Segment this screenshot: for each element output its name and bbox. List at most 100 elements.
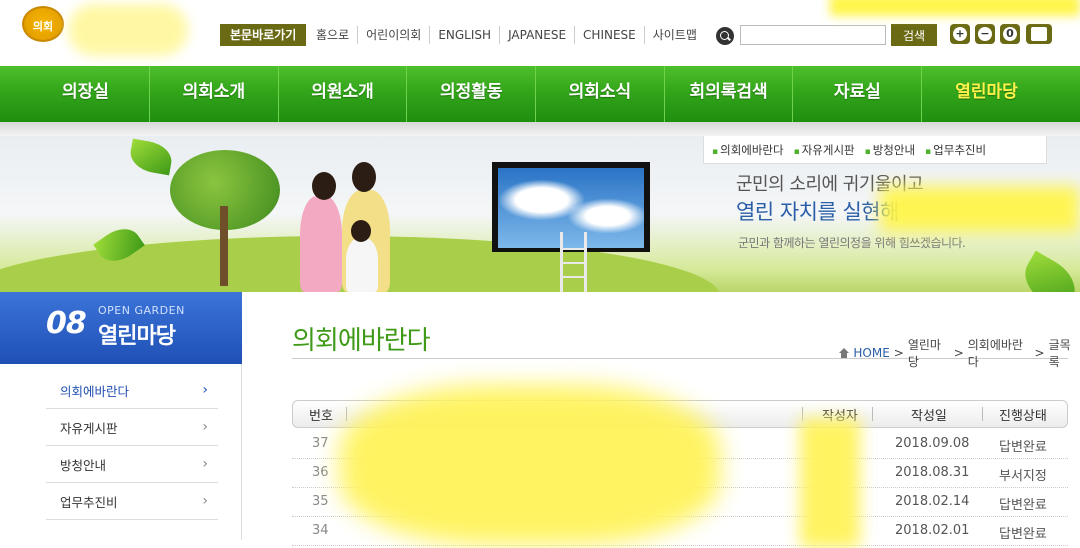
sidebar-item-label: 의회에바란다 <box>60 383 130 399</box>
util-link-japanese[interactable]: JAPANESE <box>499 26 574 44</box>
banner-person-woman <box>300 196 342 292</box>
ladder-rung <box>560 248 587 250</box>
breadcrumb: HOME > 열린마당 > 의회에바란다 > 글목록 <box>838 336 1080 370</box>
row-number: 34 <box>312 523 329 538</box>
sidebar-item-label: 업무추진비 <box>60 494 118 510</box>
search-input[interactable] <box>740 25 886 45</box>
nav-shadow <box>0 122 1080 136</box>
zoom-in-button[interactable]: + <box>950 24 970 44</box>
subnav-item-expenses[interactable]: 업무추진비 <box>925 142 986 158</box>
util-link-kids[interactable]: 어린이의회 <box>357 26 429 44</box>
banner-person-head <box>352 162 376 192</box>
sidebar-item-free-board[interactable]: 자유게시판 › <box>46 409 218 446</box>
subnav-item-visit-guide[interactable]: 방청안내 <box>865 142 915 158</box>
printer-icon <box>1031 27 1047 41</box>
util-link-home[interactable]: 홈으로 <box>316 26 357 44</box>
search-button[interactable]: 검색 <box>891 24 937 46</box>
sidebar-item-label: 자유게시판 <box>60 420 118 436</box>
chevron-right-icon: › <box>202 419 208 435</box>
column-header-status: 진행상태 <box>999 409 1047 424</box>
util-link-chinese[interactable]: CHINESE <box>574 26 644 44</box>
redacted-logo-area <box>68 4 188 56</box>
banner-person-head <box>312 172 336 200</box>
row-status: 부서지정 <box>999 469 1047 484</box>
breadcrumb-item: 글목록 <box>1048 338 1071 369</box>
row-date: 2018.09.08 <box>895 436 970 451</box>
utility-links: 홈으로 어린이의회 ENGLISH JAPANESE CHINESE 사이트맵 <box>316 26 705 44</box>
redacted-top-right <box>830 0 1080 16</box>
print-button[interactable] <box>1026 24 1052 44</box>
row-date: 2018.08.31 <box>895 465 970 480</box>
breadcrumb-separator: > <box>953 346 964 360</box>
sidebar-item-expenses[interactable]: 업무추진비 › <box>46 483 218 520</box>
zoom-out-button[interactable]: − <box>975 24 995 44</box>
chevron-right-icon: › <box>202 456 208 472</box>
chevron-right-icon: › <box>202 382 208 398</box>
ladder-rung <box>560 276 587 278</box>
leaf-icon <box>1015 250 1080 292</box>
nav-news[interactable]: 의회소식 <box>536 66 665 122</box>
sidebar-menu: 의회에바란다 › 자유게시판 › 방청안내 › 업무추진비 › <box>46 372 218 520</box>
logo-text: 의회 <box>32 20 54 33</box>
row-status: 답변완료 <box>999 527 1047 542</box>
util-link-english[interactable]: ENGLISH <box>429 26 499 44</box>
sidebar-item-suggestions[interactable]: 의회에바란다 › <box>46 372 218 409</box>
breadcrumb-item[interactable]: 의회에바란다 <box>968 336 1031 370</box>
banner-person-child <box>346 238 378 292</box>
banner-person-head <box>351 220 371 242</box>
minus-icon: − <box>978 27 992 41</box>
zoom-out-label: − <box>980 27 990 40</box>
redacted-authors <box>800 418 860 548</box>
page-title: 의회에바란다 <box>292 326 431 356</box>
nav-members-intro[interactable]: 의원소개 <box>279 66 408 122</box>
reset-icon: 0 <box>1003 27 1017 41</box>
column-separator <box>872 407 873 421</box>
banner-tree-trunk <box>220 206 228 286</box>
ladder-rung <box>560 262 587 264</box>
row-date: 2018.02.01 <box>895 523 970 538</box>
skip-to-content-button[interactable]: 본문바로가기 <box>220 24 307 46</box>
sidebar-item-label: 방청안내 <box>60 457 107 473</box>
nav-archive[interactable]: 자료실 <box>793 66 923 122</box>
column-separator <box>982 407 983 421</box>
row-number: 37 <box>312 436 329 451</box>
nav-council-intro[interactable]: 의회소개 <box>150 66 279 122</box>
row-number: 36 <box>312 465 329 480</box>
search-icon <box>716 27 734 45</box>
nav-speaker-office[interactable]: 의장실 <box>22 66 150 122</box>
section-number: 08 <box>46 306 87 341</box>
nav-activities[interactable]: 의정활동 <box>407 66 537 122</box>
banner-slogan-line3: 군민과 함께하는 열린의정을 위해 힘쓰겠습니다. <box>738 236 966 250</box>
breadcrumb-home[interactable]: HOME <box>853 346 889 360</box>
council-logo[interactable]: 의회 <box>22 6 64 42</box>
plus-icon: + <box>953 27 967 41</box>
sidebar-item-visit-guide[interactable]: 방청안내 › <box>46 446 218 483</box>
breadcrumb-separator: > <box>1034 346 1045 360</box>
column-separator <box>346 407 347 421</box>
home-icon <box>838 347 850 359</box>
zoom-in-label: + <box>955 27 965 40</box>
column-header-date: 작성일 <box>911 409 947 424</box>
util-link-sitemap[interactable]: 사이트맵 <box>643 26 705 44</box>
row-status: 답변완료 <box>999 498 1047 513</box>
subnav-item-free-board[interactable]: 자유게시판 <box>794 142 855 158</box>
redacted-banner-area <box>880 186 1080 232</box>
main-navigation: 의장실 의회소개 의원소개 의정활동 의회소식 회의록검색 자료실 열린마당 <box>0 66 1080 122</box>
sub-navigation: 의회에바란다 자유게시판 방청안내 업무추진비 <box>703 136 1047 164</box>
row-date: 2018.02.14 <box>895 494 970 509</box>
breadcrumb-separator: > <box>893 346 904 360</box>
sidebar-divider <box>241 364 242 540</box>
breadcrumb-item[interactable]: 열린마당 <box>908 336 950 370</box>
column-header-number: 번호 <box>309 409 333 424</box>
subnav-item-suggestions[interactable]: 의회에바란다 <box>712 142 783 158</box>
zoom-reset-button[interactable]: 0 <box>1000 24 1020 44</box>
banner-sky-window <box>498 168 644 248</box>
row-status: 답변완료 <box>999 440 1047 455</box>
row-number: 35 <box>312 494 329 509</box>
zoom-reset-label: 0 <box>1006 27 1014 40</box>
nav-minutes-search[interactable]: 회의록검색 <box>665 66 794 122</box>
banner-slogan-line2: 열린 자치를 실현해 <box>736 200 899 224</box>
redacted-titles <box>340 385 720 545</box>
nav-open-garden[interactable]: 열린마당 <box>922 66 1051 122</box>
chevron-right-icon: › <box>202 493 208 509</box>
